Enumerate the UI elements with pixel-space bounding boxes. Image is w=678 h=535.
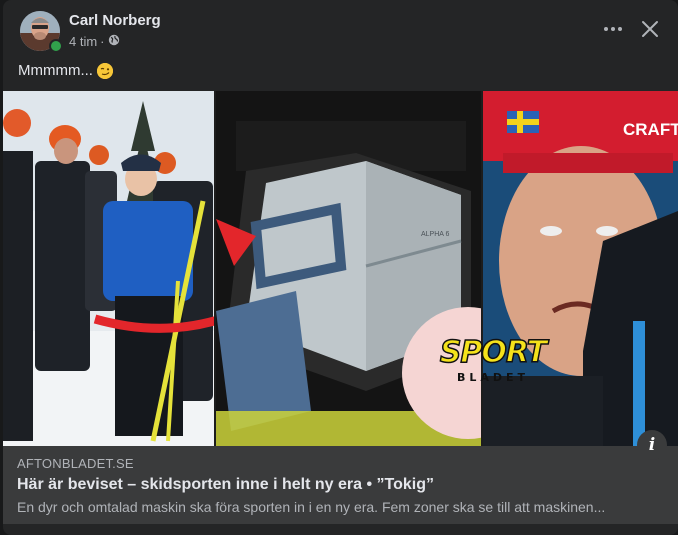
author-name[interactable]: Carl Norberg	[69, 12, 161, 29]
article-image[interactable]: ALPHA 6 CRAFT SPORT BLADET	[3, 91, 678, 446]
post-meta: 4 tim ·	[69, 34, 120, 49]
waxing-machine-photo: ALPHA 6	[216, 91, 481, 446]
close-icon	[642, 21, 658, 37]
cap-text: CRAFT	[623, 120, 678, 139]
meta-separator: ·	[100, 34, 105, 49]
link-domain: AFTONBLADET.SE	[17, 456, 134, 471]
info-icon: i	[648, 435, 656, 455]
link-preview[interactable]: AFTONBLADET.SE Här är beviset – skidspor…	[3, 446, 678, 524]
link-headline[interactable]: Här är beviset – skidsporten inne i helt…	[17, 476, 434, 494]
link-description: En dyr och omtalad maskin ska föra sport…	[17, 499, 606, 515]
online-status-indicator	[49, 39, 63, 53]
post-time[interactable]: 4 tim	[69, 34, 97, 49]
more-options-icon	[604, 27, 622, 31]
info-button[interactable]: i	[637, 430, 667, 460]
close-button[interactable]	[637, 16, 663, 42]
post-card: Carl Norberg 4 tim · Mmmmm... ALPHA 6 CR…	[3, 0, 678, 535]
post-text-content: Mmmmm...	[18, 62, 93, 79]
globe-icon	[108, 34, 120, 49]
post-text: Mmmmm...	[18, 62, 113, 79]
skier-photo	[3, 91, 214, 446]
sportbladet-logo: SPORT BLADET	[433, 335, 553, 384]
skier-portrait-photo: CRAFT	[483, 91, 678, 446]
device-label: ALPHA 6	[421, 231, 450, 238]
smirk-emoji-icon	[96, 62, 113, 79]
logo-line-2: BLADET	[456, 371, 530, 384]
more-options-button[interactable]	[601, 17, 625, 41]
logo-line-1: SPORT	[439, 335, 548, 370]
